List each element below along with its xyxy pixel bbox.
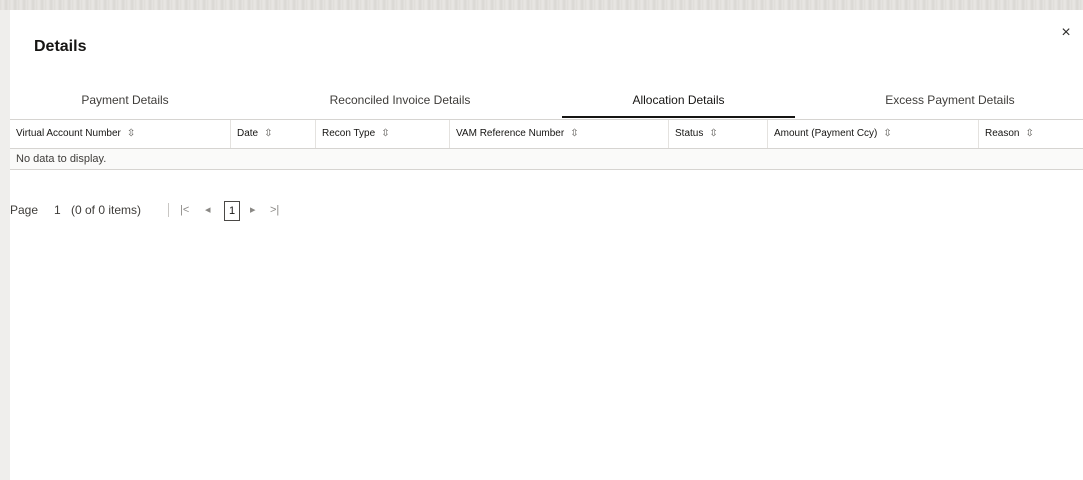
sort-icon[interactable]: ⇳ [1025,128,1033,139]
table-header-row: Virtual Account Number ⇳ Date ⇳ Recon Type… [10,119,1083,149]
column-header-reason[interactable]: Reason ⇳ [978,120,1083,148]
empty-table-message: No data to display. [10,149,1083,170]
column-label: Virtual Account Number [16,128,121,139]
background-overlay-strip [0,0,1083,10]
items-summary: (0 of 0 items) [71,203,142,217]
tab-reconciled-invoice-details[interactable]: Reconciled Invoice Details [310,88,490,118]
sort-icon[interactable]: ⇳ [709,128,717,139]
sort-icon[interactable]: ⇳ [883,128,891,139]
details-dialog: Details × Payment Details Reconciled Inv… [10,10,1083,480]
column-header-recon-type[interactable]: Recon Type ⇳ [315,120,449,148]
column-header-virtual-account-number[interactable]: Virtual Account Number ⇳ [10,120,230,148]
next-page-icon[interactable]: ▸ [250,198,256,222]
column-header-date[interactable]: Date ⇳ [230,120,315,148]
page-number-value: 1 [54,203,61,217]
tab-allocation-details[interactable]: Allocation Details [562,88,795,118]
column-label: Date [237,128,259,139]
column-label: Recon Type [322,128,376,139]
tab-bar: Payment Details Reconciled Invoice Detai… [10,88,1083,120]
sort-icon[interactable]: ⇳ [381,128,389,139]
sort-icon[interactable]: ⇳ [127,128,135,139]
first-page-icon[interactable]: |< [180,198,189,222]
pagination-bar: Page 1 (0 of 0 items) |< ◂ 1 ▸ >| [10,198,410,222]
pagination-divider [168,203,169,217]
column-label: VAM Reference Number [456,128,565,139]
column-label: Status [675,128,704,139]
column-header-status[interactable]: Status ⇳ [668,120,767,148]
tab-excess-payment-details[interactable]: Excess Payment Details [870,88,1030,118]
tab-payment-details[interactable]: Payment Details [40,88,210,118]
sort-icon[interactable]: ⇳ [570,128,578,139]
column-header-amount-payment-ccy[interactable]: Amount (Payment Ccy) ⇳ [767,120,978,148]
allocation-details-table: Virtual Account Number ⇳ Date ⇳ Recon Type… [10,119,1083,170]
column-label: Reason [985,128,1020,139]
current-page-button[interactable]: 1 [224,201,240,221]
page-label: Page [10,203,39,217]
column-label: Amount (Payment Ccy) [774,128,878,139]
dialog-title: Details [34,38,87,55]
last-page-icon[interactable]: >| [270,198,279,222]
column-header-vam-reference-number[interactable]: VAM Reference Number ⇳ [449,120,668,148]
sort-icon[interactable]: ⇳ [264,128,272,139]
previous-page-icon[interactable]: ◂ [205,198,211,222]
close-icon[interactable]: × [1057,24,1075,42]
